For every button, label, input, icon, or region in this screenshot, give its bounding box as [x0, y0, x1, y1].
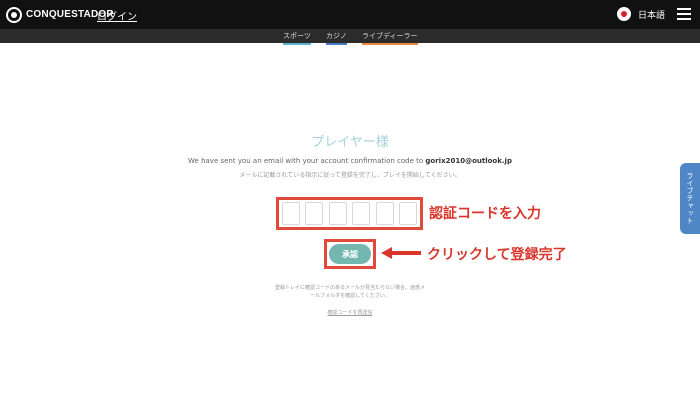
subnav-item-live-dealer[interactable]: ライブディーラー	[362, 31, 418, 45]
code-digit-input[interactable]	[282, 202, 300, 225]
logo-icon	[6, 6, 22, 23]
instruction-text: メールに記載されている指示に従って登録を完了し、プレイを開始してください。	[239, 172, 461, 179]
code-digit-input[interactable]	[375, 202, 394, 225]
approve-highlight: 承認	[324, 239, 376, 269]
help-text-line: ールフォルダを確認してください。	[310, 293, 390, 299]
live-chat-label: ライブチャット	[686, 172, 694, 225]
resend-code-link[interactable]: 確認コードを再送信	[0, 309, 700, 316]
approve-button[interactable]: 承認	[329, 244, 371, 264]
code-digit-input[interactable]	[305, 202, 324, 225]
language-label: 日本語	[638, 10, 666, 21]
code-digit-input[interactable]	[328, 202, 347, 225]
page: CONQUESTADOR ログイン 日本語 スポーツ カジノ ライブディーラー …	[0, 0, 700, 394]
email-sent-prefix: We have sent you an email with your acco…	[188, 157, 424, 165]
subnav-item-sports[interactable]: スポーツ	[283, 31, 311, 45]
click-annotation: クリックして登録完了	[427, 247, 567, 263]
language-selector[interactable]: 日本語	[617, 7, 665, 21]
sub-navigation: スポーツ カジノ ライブディーラー	[0, 29, 700, 45]
confirmation-code-input	[276, 197, 423, 230]
japan-flag-icon	[617, 7, 631, 21]
page-title: プレイヤー様	[311, 135, 389, 150]
email-address: gorix2010@outlook.jp	[425, 157, 512, 165]
hamburger-menu-icon[interactable]	[677, 8, 691, 20]
login-link[interactable]: ログイン	[97, 8, 137, 23]
code-digit-input[interactable]	[352, 202, 371, 225]
code-digit-input[interactable]	[398, 202, 417, 225]
subnav-item-casino[interactable]: カジノ	[326, 31, 347, 45]
help-text-line: 登録トレイに確認コードのあるメールが見当たらない場合、迷惑メ	[274, 285, 425, 291]
email-sent-message: We have sent you an email with your acco…	[0, 157, 700, 165]
top-header: CONQUESTADOR ログイン 日本語	[0, 0, 700, 29]
live-chat-tab[interactable]: ライブチャット	[680, 163, 700, 234]
help-text: 登録トレイに確認コードのあるメールが見当たらない場合、迷惑メ ールフォルダを確認…	[0, 284, 700, 300]
left-arrow-icon	[381, 247, 421, 259]
code-annotation: 認証コードを入力	[429, 206, 541, 222]
